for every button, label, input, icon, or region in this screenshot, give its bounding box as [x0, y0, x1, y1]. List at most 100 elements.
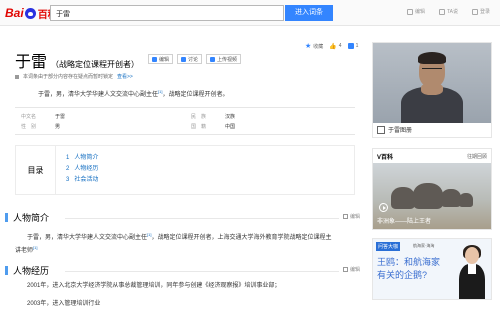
photo-hair: [418, 52, 446, 64]
toc-item-label: 社会活动: [74, 177, 99, 183]
top-link-login[interactable]: 登录: [471, 8, 490, 15]
history-paragraph: 2001年，进入北京大学经济学院从事总裁管理培训，同年参与创建《经济观察报》培训…: [15, 281, 355, 309]
video-icon: [210, 56, 216, 62]
intro-text: 于雷，男，清华大学华建人文交流中心副主任: [27, 235, 148, 241]
edit-icon: [406, 8, 413, 15]
section-edit-label: 编辑: [349, 214, 360, 220]
thumbs-up-icon: 👍: [329, 43, 337, 50]
info-icon: [15, 74, 19, 79]
section-title: 人物简介: [13, 213, 50, 223]
toc-item-number: 3: [66, 177, 70, 183]
favorite-label: 收藏: [313, 43, 324, 50]
info-value: 男: [55, 123, 61, 130]
section-edit-label: 编辑: [349, 267, 360, 273]
table-of-contents: 目录 1 人物简介 2 人物经历 3 社会活动: [15, 145, 355, 195]
elephant-shape: [391, 187, 415, 209]
v-baike-history-link[interactable]: 往期回顾: [467, 153, 487, 160]
info-value: 汉族: [225, 113, 236, 120]
share-button[interactable]: 1: [347, 43, 359, 49]
intro-ref[interactable]: [1]: [33, 245, 37, 250]
toc-item-number: 2: [66, 166, 70, 172]
info-key: 中文名: [21, 113, 37, 120]
share-icon: [347, 43, 354, 49]
sidebar-ad[interactable]: 问答大咖 航海家·海淘 王鸥：和航海家 有关的企鹅?: [372, 238, 492, 300]
section-edit-button[interactable]: 编辑: [342, 266, 360, 273]
page-title: 于雷: [15, 52, 48, 71]
edit-icon: [342, 214, 348, 219]
v-baike-title: V百科: [377, 155, 394, 161]
history-line: 2003年，进入管理培训行业: [27, 301, 101, 307]
info-value: 于雷: [55, 113, 66, 120]
elephant-shape: [459, 193, 473, 207]
top-link-edit-label: 编辑: [414, 9, 425, 15]
section-divider: [65, 271, 339, 272]
info-key: 性 别: [21, 123, 37, 130]
enter-entry-button[interactable]: 进入词条: [285, 5, 333, 21]
ad-person-collar: [468, 264, 476, 274]
photo-glasses: [422, 68, 442, 72]
entry-stats: ★ 收藏 👍 4 1: [305, 42, 358, 50]
section-header-history: 人物经历 编辑: [5, 264, 360, 276]
top-link-ta-label: TA说: [446, 9, 458, 15]
ad-brand: 问答大咖: [376, 242, 401, 251]
notice-more-link[interactable]: 查看>>: [117, 73, 133, 80]
portrait-photo[interactable]: [373, 43, 491, 123]
intro-text-cont: ，战略定位课程开创者，上海交通大学海外教育学院战略定位课程主: [151, 235, 332, 241]
star-icon: ★: [305, 43, 312, 50]
section-edit-button[interactable]: 编辑: [342, 213, 360, 220]
top-link-login-label: 登录: [479, 9, 490, 15]
toc-item[interactable]: 3 社会活动: [66, 175, 98, 186]
toc-item[interactable]: 1 人物简介: [66, 153, 98, 164]
page-subtitle: （战略定位课程开创者）: [51, 60, 140, 69]
elephant-shape: [413, 183, 443, 209]
photo-hands: [421, 83, 443, 95]
chat-icon: [438, 8, 445, 15]
notice-bar: 本词条由于部分内容存在疑点而暂时锁定 查看>>: [15, 73, 133, 80]
v-baike-panel: V百科 往期回顾 非洲象——陆上王者: [372, 148, 492, 230]
intro-text-end: 讲老师: [15, 248, 34, 254]
ad-brand-secondary: 航海家·海淘: [413, 243, 435, 248]
play-icon[interactable]: [379, 203, 388, 212]
favorite-button[interactable]: ★ 收藏: [305, 42, 323, 50]
top-links: 编辑 TA说 登录: [406, 8, 490, 15]
search-input[interactable]: 于雷: [50, 5, 284, 21]
discuss-button-label: 讨论: [188, 56, 199, 63]
discuss-button[interactable]: 讨论: [177, 54, 203, 64]
toc-item-label: 人物经历: [74, 166, 99, 172]
top-link-edit[interactable]: 编辑: [406, 8, 425, 15]
album-link[interactable]: 于雷图册: [377, 125, 412, 134]
elephant-shape: [441, 189, 461, 207]
toc-item-number: 1: [66, 155, 70, 161]
upload-video-button[interactable]: 上传视频: [206, 54, 242, 64]
v-baike-caption: 非洲象——陆上王者: [377, 219, 432, 225]
section-divider: [65, 218, 339, 219]
v-baike-video-thumbnail[interactable]: 非洲象——陆上王者: [373, 163, 491, 229]
toc-item-label: 人物简介: [74, 155, 99, 161]
title-buttons: 编辑 讨论 上传视频: [148, 54, 242, 64]
edit-button[interactable]: 编辑: [148, 54, 174, 64]
section-header-intro: 人物简介 编辑: [5, 211, 360, 223]
top-link-ta[interactable]: TA说: [438, 8, 458, 15]
like-count: 4: [338, 43, 342, 49]
info-value: 中国: [225, 123, 236, 130]
paw-icon: [24, 7, 36, 19]
top-bar: Bai 百科 于雷 进入词条 编辑 TA说 登录: [0, 0, 500, 26]
lemma-summary: 于雷，男，清华大学华建人文交流中心副主任[1]，战略定位课程开创者。: [38, 89, 228, 98]
summary-tail: ，战略定位课程开创者。: [162, 92, 229, 98]
ad-person-face: [465, 247, 479, 264]
toc-item[interactable]: 2 人物经历: [66, 164, 98, 175]
edit-button-label: 编辑: [159, 56, 170, 63]
share-count: 1: [355, 43, 359, 49]
pencil-icon: [152, 56, 157, 62]
like-button[interactable]: 👍 4: [329, 43, 341, 50]
portrait-card[interactable]: 于雷图册: [372, 42, 492, 138]
ad-person-image: [457, 245, 487, 299]
section-title: 人物经历: [13, 266, 50, 276]
ad-headline-1: 王鸥：和航海家: [377, 257, 441, 267]
edit-icon: [342, 267, 348, 272]
upload-video-label: 上传视频: [217, 56, 238, 63]
section-bar: [5, 266, 8, 275]
info-row: 性 别 男 国 籍 中国: [15, 121, 355, 131]
album-icon: [377, 125, 385, 134]
album-label: 于雷图册: [388, 128, 413, 134]
